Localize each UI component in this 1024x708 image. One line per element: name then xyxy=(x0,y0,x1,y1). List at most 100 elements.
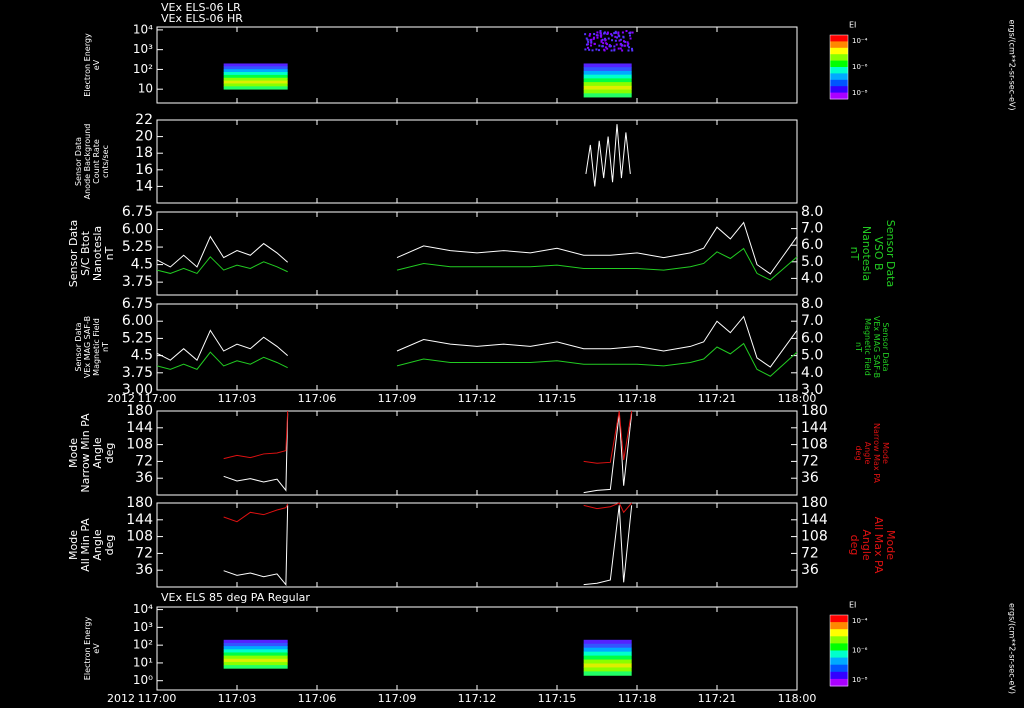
spectrogram-pixel xyxy=(587,40,590,43)
spectrogram-band xyxy=(583,639,632,645)
y-axis-label: nT xyxy=(103,246,116,260)
x-tick-label: 117:18 xyxy=(618,692,657,705)
spectrogram-pixel xyxy=(595,48,598,51)
y-tick-label: 22 xyxy=(135,112,153,128)
spectrogram-band xyxy=(583,67,632,72)
y2-tick-label: 180 xyxy=(801,403,828,419)
spectrogram-pixel xyxy=(626,44,629,47)
spectrogram-pixel xyxy=(601,45,604,48)
y2-tick-label: 5.0 xyxy=(801,348,823,364)
spectrogram-band xyxy=(223,66,288,70)
spectrogram-pixel xyxy=(609,45,612,48)
spectrogram-pixel xyxy=(614,31,617,34)
y2-tick-label: 7.0 xyxy=(801,221,823,237)
y2-tick-label: 7.0 xyxy=(801,313,823,329)
y-axis-label: Anode Background xyxy=(83,124,92,200)
y-axis-label: deg xyxy=(103,535,116,556)
colorbar-swatch xyxy=(830,622,848,630)
spectrogram-pixel xyxy=(589,38,592,41)
spectrogram-band xyxy=(583,93,632,98)
spectrogram-pixel xyxy=(611,34,614,37)
panel-title: VEx ELS 85 deg PA Regular xyxy=(161,591,310,604)
x-tick-label: 117:18 xyxy=(618,392,657,405)
spectrogram-band xyxy=(223,83,288,87)
y2-tick-label: 72 xyxy=(801,453,819,469)
spectrogram-pixel xyxy=(603,48,606,51)
y-tick-label: 16 xyxy=(135,162,153,178)
y2-tick-label: 5.0 xyxy=(801,254,823,270)
y-tick-label: 144 xyxy=(126,420,153,436)
spectrogram-pixel xyxy=(629,37,632,40)
y-axis-label: nT xyxy=(101,342,110,352)
year-label: 2012 xyxy=(107,692,135,705)
y-tick-label: 144 xyxy=(126,512,153,528)
y2-axis-label: deg xyxy=(848,535,861,556)
y-tick-label: 10² xyxy=(133,62,153,76)
x-tick-label: 117:09 xyxy=(378,392,417,405)
y-axis-label: deg xyxy=(103,443,116,464)
y-axis-label: Sensor Data xyxy=(74,322,83,371)
colorbar-tick-label: 10⁻⁸ xyxy=(852,89,868,97)
spectrogram-pixel xyxy=(584,33,587,36)
y-tick-label: 108 xyxy=(126,529,153,545)
y-tick-label: 72 xyxy=(135,545,153,561)
spectrogram-band xyxy=(583,89,632,94)
y2-tick-label: 36 xyxy=(801,470,819,486)
y2-tick-label: 6.0 xyxy=(801,330,823,346)
spectrogram-band xyxy=(223,642,288,647)
colorbar-swatch xyxy=(830,636,848,644)
spectrogram-pixel xyxy=(628,32,631,35)
y-axis-label: Electron Energy xyxy=(83,617,92,681)
spectrogram-pixel xyxy=(631,31,634,34)
spectrogram-pixel xyxy=(619,47,622,50)
colorbar-swatch xyxy=(830,678,848,687)
y-tick-label: 3.75 xyxy=(122,274,153,290)
colorbar-swatch xyxy=(830,657,848,666)
y2-tick-label: 144 xyxy=(801,420,828,436)
spectrogram-pixel xyxy=(599,31,602,34)
spectrogram-pixel xyxy=(613,32,616,35)
spectrogram-band xyxy=(223,646,288,650)
y2-tick-label: 108 xyxy=(801,529,828,545)
colorbar-swatch xyxy=(830,35,848,42)
spectrogram-pixel xyxy=(605,42,608,45)
y-tick-label: 72 xyxy=(135,453,153,469)
spectrogram-band xyxy=(583,74,632,79)
spectrogram-pixel xyxy=(607,37,610,40)
colorbar-swatch xyxy=(830,664,848,673)
spectrogram-band xyxy=(223,665,288,669)
colorbar-swatch xyxy=(830,650,848,659)
y-axis-label: VEx MAG SAF-B xyxy=(83,316,92,378)
y2-axis-label: Angle xyxy=(863,442,872,465)
y-tick-label: 6.75 xyxy=(122,296,153,312)
spectrogram-pixel xyxy=(591,49,594,52)
colorbar-swatch xyxy=(830,615,848,623)
spectrogram-pixel xyxy=(589,33,592,36)
spectrogram-pixel xyxy=(621,31,624,34)
spectrogram-pixel xyxy=(584,48,587,51)
y-axis-label: eV xyxy=(92,59,101,70)
spectrogram-block xyxy=(223,639,288,669)
spectrogram-block xyxy=(583,63,632,98)
y-tick-label: 10⁰ xyxy=(133,673,153,687)
colorbar-label: EI xyxy=(849,601,856,610)
spectrogram-pixel xyxy=(613,45,616,48)
spectrogram-band xyxy=(583,671,632,676)
spectrogram-pixel xyxy=(614,39,617,42)
spectrogram-pixel xyxy=(628,46,631,49)
y2-tick-label: 144 xyxy=(801,512,828,528)
colorbar-units-label: ergs/(cm**2-sr-sec-eV) xyxy=(1008,603,1017,694)
y-tick-label: 4.5 xyxy=(131,348,153,364)
spectrogram-band xyxy=(223,655,288,660)
y2-tick-label: 8.0 xyxy=(801,296,823,312)
spectrogram-pixel xyxy=(621,49,624,52)
colorbar-swatch xyxy=(830,60,848,68)
y-tick-label: 36 xyxy=(135,470,153,486)
x-tick-label: 117:15 xyxy=(538,692,577,705)
spectrogram-pixel xyxy=(596,31,599,34)
spectrogram-pixel xyxy=(622,40,625,43)
spectrogram-pixel xyxy=(614,35,617,38)
y-tick-label: 10⁴ xyxy=(133,22,153,36)
colorbar-swatch xyxy=(830,86,848,94)
y2-axis-label: Sensor Data xyxy=(881,322,890,371)
